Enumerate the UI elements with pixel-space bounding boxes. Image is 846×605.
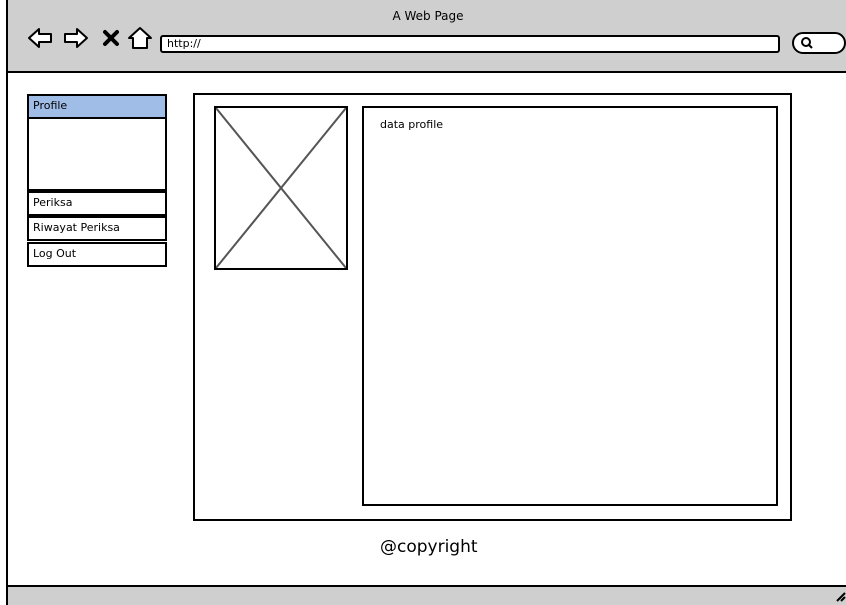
forward-arrow-icon[interactable]	[62, 24, 90, 52]
close-icon[interactable]	[98, 24, 126, 52]
sidebar-item-periksa[interactable]: Periksa	[27, 191, 167, 216]
back-arrow-icon[interactable]	[26, 24, 54, 52]
image-placeholder-icon	[215, 107, 347, 269]
sidebar-item-log-out[interactable]: Log Out	[27, 242, 167, 267]
address-bar[interactable]: http://	[160, 35, 780, 53]
profile-data-text: data profile	[380, 118, 444, 131]
profile-data-panel: data profile	[362, 106, 778, 506]
sidebar-item-riwayat-periksa[interactable]: Riwayat Periksa	[27, 216, 167, 241]
home-icon[interactable]	[126, 24, 154, 52]
browser-toolbar: A Web Page http://	[8, 0, 846, 73]
sidebar-item-profile[interactable]: Profile	[27, 94, 167, 119]
window-title: A Web Page	[392, 9, 464, 23]
copyright-footer: @copyright	[380, 537, 478, 557]
search-box[interactable]	[792, 32, 846, 54]
search-icon	[801, 37, 813, 49]
status-bar	[8, 585, 846, 605]
resize-grip-icon[interactable]	[834, 590, 846, 602]
profile-image-placeholder	[214, 106, 348, 270]
sidebar-blank-area	[27, 119, 167, 191]
